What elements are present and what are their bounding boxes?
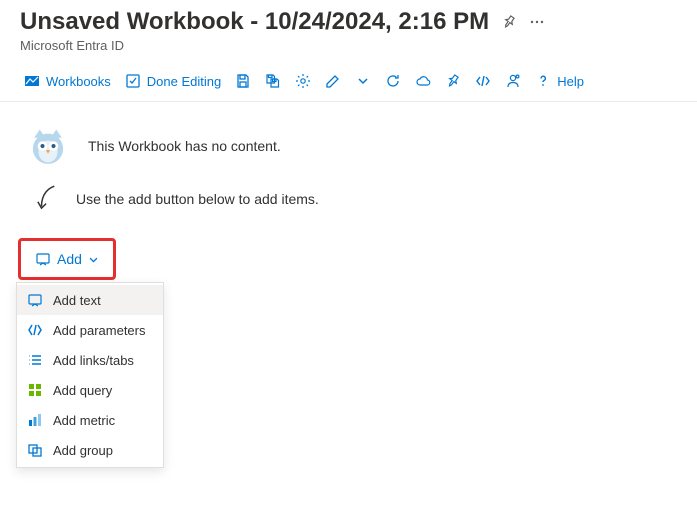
chevron-down-icon <box>88 254 99 265</box>
pin-toolbar-icon[interactable] <box>439 65 467 97</box>
add-button-label: Add <box>57 251 82 267</box>
empty-state: This Workbook has no content. <box>0 102 697 178</box>
done-editing-button[interactable]: Done Editing <box>119 65 227 97</box>
menu-item-add-query[interactable]: Add query <box>17 375 163 405</box>
grid-icon <box>27 382 43 398</box>
settings-icon[interactable] <box>289 65 317 97</box>
page-header: Unsaved Workbook - 10/24/2024, 2:16 PM <box>0 0 697 38</box>
menu-item-label: Add text <box>53 293 101 308</box>
group-icon <box>27 442 43 458</box>
workbooks-label: Workbooks <box>46 74 111 89</box>
text-icon <box>27 292 43 308</box>
refresh-icon[interactable] <box>379 65 407 97</box>
menu-item-label: Add metric <box>53 413 115 428</box>
parameters-icon <box>27 322 43 338</box>
hint-text: Use the add button below to add items. <box>76 191 319 207</box>
workbooks-button[interactable]: Workbooks <box>18 65 117 97</box>
hint-row: Use the add button below to add items. <box>0 178 697 224</box>
toolbar: Workbooks Done Editing Help <box>0 61 697 102</box>
menu-item-add-parameters[interactable]: Add parameters <box>17 315 163 345</box>
empty-text: This Workbook has no content. <box>88 138 281 154</box>
chevron-down-icon[interactable] <box>349 65 377 97</box>
edit-icon[interactable] <box>319 65 347 97</box>
menu-item-add-text[interactable]: Add text <box>17 285 163 315</box>
add-menu: Add text Add parameters Add links/tabs A… <box>16 282 164 468</box>
code-icon[interactable] <box>469 65 497 97</box>
menu-item-add-metric[interactable]: Add metric <box>17 405 163 435</box>
save-icon[interactable] <box>229 65 257 97</box>
cloud-icon[interactable] <box>409 65 437 97</box>
menu-item-label: Add parameters <box>53 323 146 338</box>
menu-item-label: Add group <box>53 443 113 458</box>
menu-item-add-group[interactable]: Add group <box>17 435 163 465</box>
more-icon[interactable] <box>529 14 545 30</box>
add-button-highlight: Add <box>18 238 116 280</box>
list-icon <box>27 352 43 368</box>
add-button[interactable]: Add <box>27 244 107 274</box>
feedback-icon[interactable] <box>499 65 527 97</box>
menu-item-label: Add links/tabs <box>53 353 134 368</box>
owl-icon <box>26 124 70 168</box>
menu-item-label: Add query <box>53 383 112 398</box>
chart-icon <box>27 412 43 428</box>
menu-item-add-links-tabs[interactable]: Add links/tabs <box>17 345 163 375</box>
page-title: Unsaved Workbook - 10/24/2024, 2:16 PM <box>20 8 489 36</box>
save-as-icon[interactable] <box>259 65 287 97</box>
pin-icon[interactable] <box>501 14 517 30</box>
help-button[interactable]: Help <box>529 65 590 97</box>
page-subtitle: Microsoft Entra ID <box>0 38 697 61</box>
help-label: Help <box>557 74 584 89</box>
done-editing-label: Done Editing <box>147 74 221 89</box>
arrow-down-icon <box>36 184 58 214</box>
